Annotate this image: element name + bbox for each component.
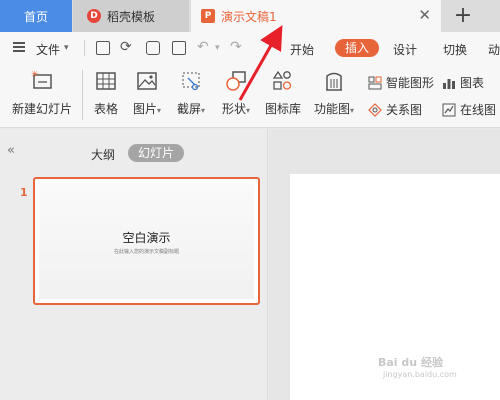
wps-presentation-window: 首页 D 稻壳模板 P 演示文稿1 ✕ + 文件 ▾ ⟳ ↶ ▾ ↷ 开始 插入…: [0, 0, 500, 400]
annotation-arrow: [238, 25, 283, 101]
